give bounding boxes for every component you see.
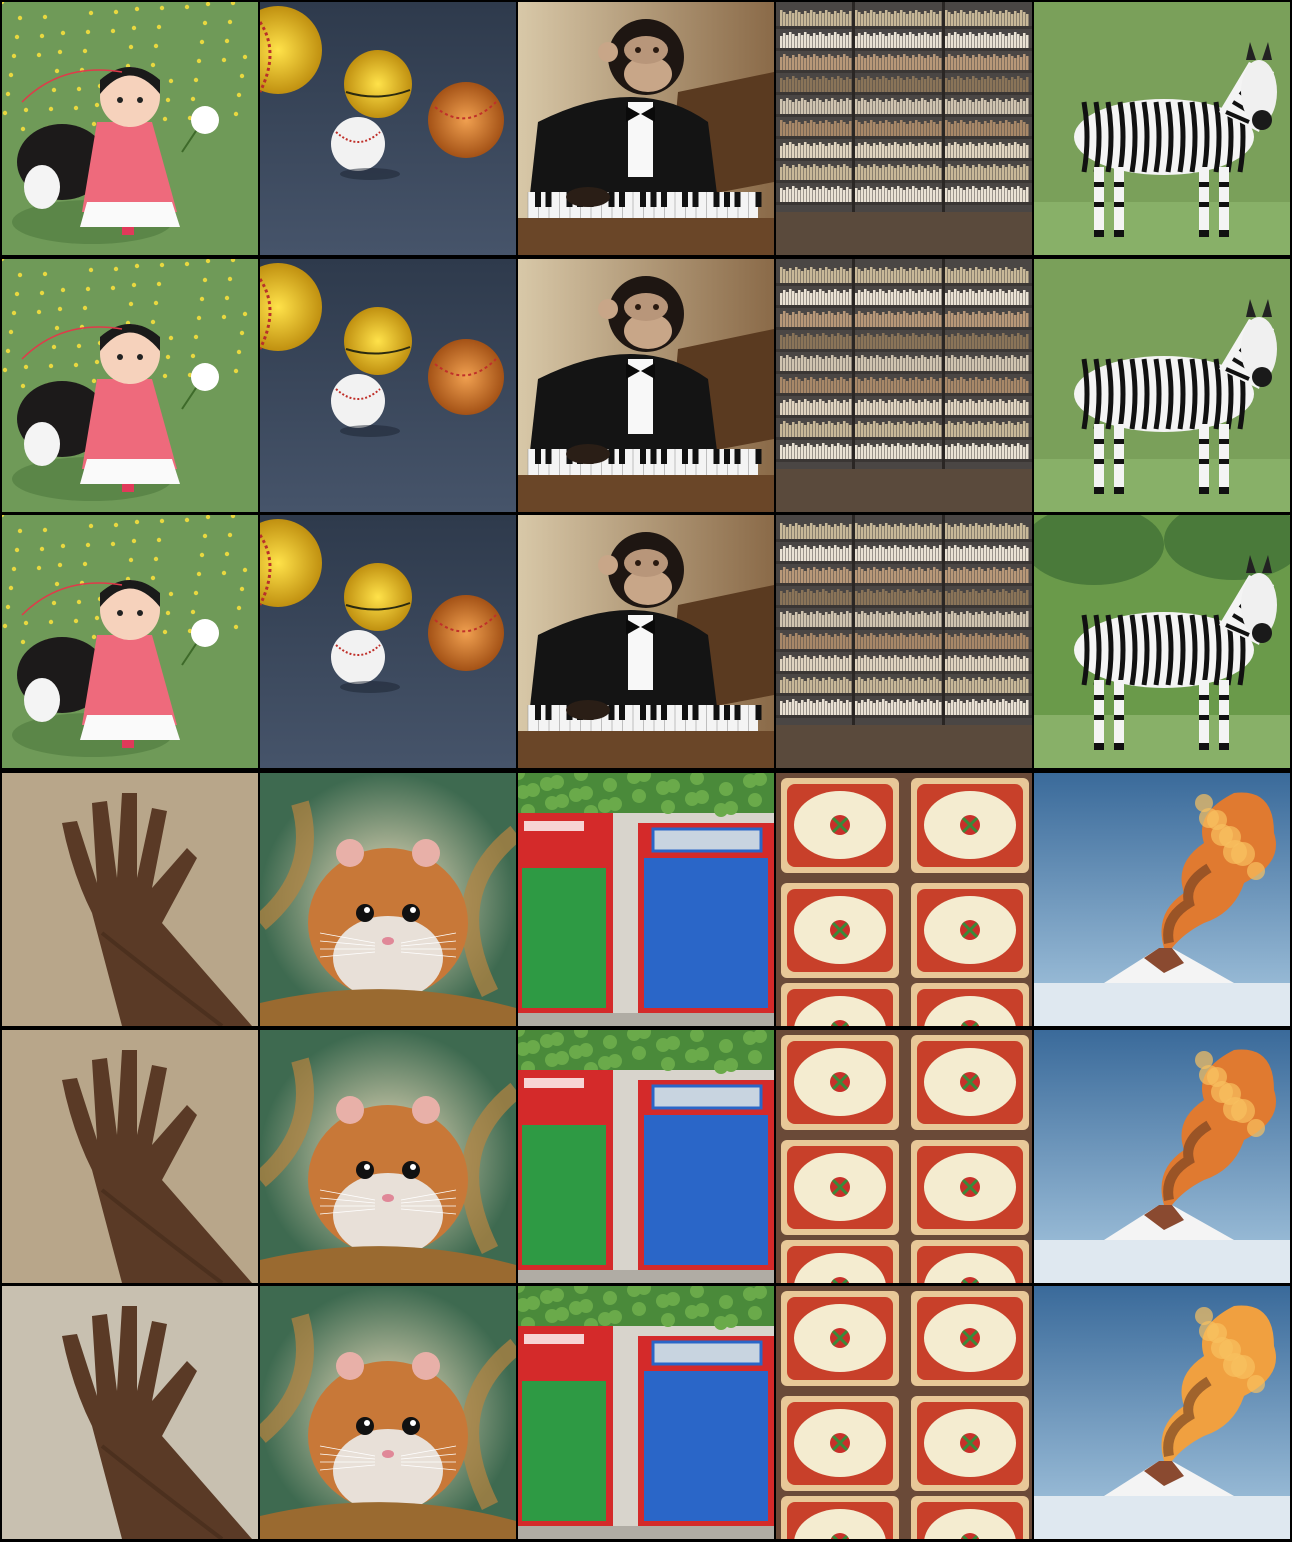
top-row-3 — [0, 515, 1292, 768]
top-row-1 — [0, 2, 1292, 255]
red-and-blue-cabinets-image — [518, 773, 774, 1026]
square-pizzas-image — [776, 1030, 1032, 1283]
girl-with-dog-in-flower-field-image — [2, 2, 258, 255]
bottom-row-1 — [0, 773, 1292, 1026]
square-pizzas-image — [776, 1286, 1032, 1539]
red-and-blue-cabinets-image — [518, 1286, 774, 1539]
red-and-blue-cabinets-image — [518, 1030, 774, 1283]
square-pizzas-image — [776, 773, 1032, 1026]
chimpanzee-in-tuxedo-at-piano-image — [518, 515, 774, 768]
raised-hand-image — [2, 1030, 258, 1283]
baseballs-and-yellow-ball-image — [260, 259, 516, 512]
hamster-illustration-image — [260, 1286, 516, 1539]
girl-with-dog-in-flower-field-image — [2, 515, 258, 768]
volcano-eruption-image — [1034, 773, 1290, 1026]
library-bookshelves-image — [776, 259, 1032, 512]
bottom-row-3 — [0, 1286, 1292, 1539]
volcano-eruption-image — [1034, 1286, 1290, 1539]
hamster-illustration-image — [260, 1030, 516, 1283]
chimpanzee-in-tuxedo-at-piano-image — [518, 259, 774, 512]
top-row-2 — [0, 259, 1292, 512]
zebra-on-grass-image — [1034, 2, 1290, 255]
library-bookshelves-image — [776, 2, 1032, 255]
top-block — [0, 0, 1292, 769]
raised-hand-image — [2, 773, 258, 1026]
girl-with-dog-in-flower-field-image — [2, 259, 258, 512]
bottom-row-2 — [0, 1030, 1292, 1283]
hamster-illustration-image — [260, 773, 516, 1026]
image-comparison-grid — [0, 0, 1292, 1542]
chimpanzee-in-tuxedo-at-piano-image — [518, 2, 774, 255]
bottom-block — [0, 771, 1292, 1542]
volcano-eruption-image — [1034, 1030, 1290, 1283]
zebra-on-grass-image — [1034, 515, 1290, 768]
zebra-on-grass-image — [1034, 259, 1290, 512]
library-bookshelves-image — [776, 515, 1032, 768]
baseballs-and-yellow-ball-image — [260, 2, 516, 255]
raised-hand-image — [2, 1286, 258, 1539]
baseballs-and-yellow-ball-image — [260, 515, 516, 768]
